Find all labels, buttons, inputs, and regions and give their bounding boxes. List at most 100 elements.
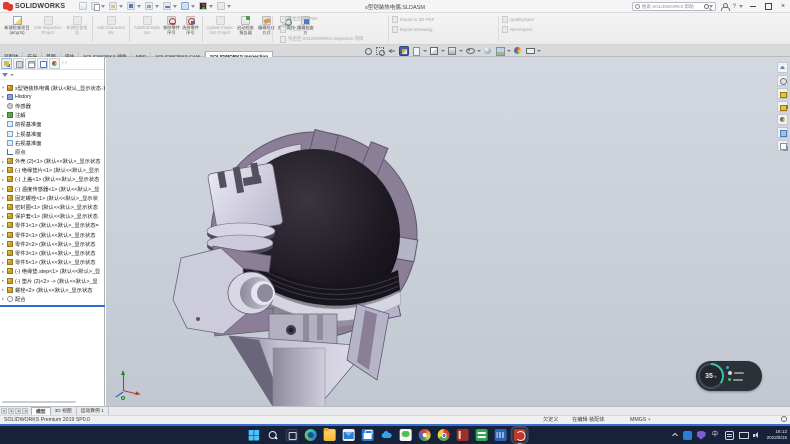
- export-inspection-project-button[interactable]: 导出至 SOLIDWORKS Inspection 项目: [280, 34, 363, 44]
- custom-properties-icon[interactable]: [777, 127, 788, 138]
- featuremanager-tab-icon[interactable]: [1, 58, 12, 69]
- export-2d-pdf-button[interactable]: 导出至 2D PDF: [280, 14, 363, 24]
- previous-view-icon[interactable]: [387, 46, 397, 56]
- dropdown-icon[interactable]: [477, 50, 481, 52]
- tree-item-component[interactable]: ▸(-) 绝缘垫片<1> (默认<<默认>_显示: [0, 166, 105, 175]
- model-3d-view[interactable]: [151, 118, 451, 406]
- tree-item-component[interactable]: ▸螺栓<2> (默认<<默认>_显示状态: [0, 285, 105, 294]
- start-icon[interactable]: [248, 429, 260, 441]
- export-edrawing-button[interactable]: Export eDrawing: [392, 24, 434, 34]
- hide-show-items-icon[interactable]: [465, 46, 475, 56]
- tree-item-component[interactable]: ▸零件5<1> (默认<<默认>_显示状态: [0, 258, 105, 267]
- dial-option-row[interactable]: [728, 378, 744, 381]
- speaker-icon[interactable]: [753, 431, 762, 440]
- apply-scene-icon[interactable]: [495, 46, 505, 56]
- save-icon[interactable]: [127, 2, 135, 10]
- onedrive-cloud-icon[interactable]: [381, 429, 393, 441]
- tree-item-component[interactable]: ▸保护套<1> (默认<<默认>_显示状态: [0, 212, 105, 221]
- tray-expand-icon[interactable]: [672, 432, 678, 438]
- net-inspect-button[interactable]: Net-Inspect: [502, 24, 534, 34]
- graphics-viewport[interactable]: 35%: [106, 57, 790, 406]
- tree-item-component[interactable]: ▸(-) 温度传感器<1> (默认<<默认>_显: [0, 184, 105, 193]
- store-icon[interactable]: [362, 429, 374, 441]
- panel-tab-arrows[interactable]: ‹ ›: [62, 60, 67, 66]
- view-orientation-icon[interactable]: [429, 46, 439, 56]
- open-dropdown-icon[interactable]: [119, 5, 123, 8]
- displaymanager-tab-icon[interactable]: [49, 58, 60, 69]
- zoom-to-fit-icon[interactable]: [363, 46, 373, 56]
- dropdown-icon[interactable]: [441, 50, 445, 52]
- new-document-icon[interactable]: [91, 2, 99, 10]
- chrome-icon[interactable]: [438, 429, 450, 441]
- edge-icon[interactable]: [305, 429, 317, 441]
- undo-icon[interactable]: [163, 2, 171, 10]
- messenger-icon[interactable]: [400, 429, 412, 441]
- add-edit-balloons-button[interactable]: Add/Edit Balloons: [132, 14, 162, 44]
- camera-icon[interactable]: [525, 46, 535, 56]
- rebuild-dropdown-icon[interactable]: [209, 5, 213, 8]
- dropdown-icon[interactable]: [423, 50, 427, 52]
- solidworks-icon[interactable]: [514, 429, 526, 441]
- reader-icon[interactable]: [457, 429, 469, 441]
- tree-item-component[interactable]: ▸外壳 (2)<1> (默认<<默认>_显示状态: [0, 157, 105, 166]
- tree-item-component[interactable]: ▸零件2<1> (默认<<默认>_显示状态: [0, 230, 105, 239]
- export-3d-pdf-button[interactable]: Export to 3D PDF: [392, 14, 434, 24]
- search-input[interactable]: 搜索 SOLIDWORKS 帮助: [632, 2, 716, 11]
- filter-dropdown-icon[interactable]: [10, 74, 14, 76]
- task-view-icon[interactable]: [286, 429, 298, 441]
- tree-item-component[interactable]: ▸(-) 绝缘垫.step<1> (默认<<默认>_显: [0, 267, 105, 276]
- tray-clock[interactable]: 16:12 2022/8/15: [767, 429, 787, 441]
- annotation-view-icon[interactable]: [411, 46, 421, 56]
- tree-root-assembly[interactable]: ▾s型铠装热电偶 (默认<默认_显示状态-1>): [0, 83, 105, 92]
- print-dropdown-icon[interactable]: [155, 5, 159, 8]
- tree-item-component[interactable]: ▸密封圈<1> (默认<<默认>_显示状态: [0, 202, 105, 211]
- open-icon[interactable]: [109, 2, 117, 10]
- copy-settings-icon[interactable]: [777, 140, 788, 151]
- tray-security-shield-icon[interactable]: [697, 431, 706, 440]
- filter-funnel-icon[interactable]: [2, 73, 8, 77]
- minimize-button[interactable]: [748, 0, 758, 13]
- tray-onedrive-icon[interactable]: [683, 431, 692, 440]
- tree-item-annotations[interactable]: ▸注解: [0, 111, 105, 120]
- touch-keyboard-icon[interactable]: [725, 431, 734, 440]
- tree-item-history[interactable]: ▸History: [0, 92, 105, 101]
- ime-language-indicator[interactable]: 中: [711, 431, 720, 440]
- print-icon[interactable]: [145, 2, 153, 10]
- tab-scroll-right-icon[interactable]: [15, 408, 21, 414]
- tree-item-component[interactable]: ▸(-) 垫片 (2)<2> -> (默认<<默认>_显: [0, 276, 105, 285]
- tree-item-component[interactable]: ▸固定螺栓<1> (默认<<默认>_显示状: [0, 193, 105, 202]
- tab-scroll-left-icon[interactable]: [8, 408, 14, 414]
- dropdown-icon[interactable]: [507, 50, 511, 52]
- new-inspection-project-button[interactable]: 新建检查项目 (amp;N): [2, 14, 32, 44]
- select-dropdown-icon[interactable]: [191, 5, 195, 8]
- propertymanager-tab-icon[interactable]: [13, 58, 24, 69]
- remove-balloons-button[interactable]: 移除零件序号: [162, 14, 181, 44]
- edit-appearance-icon[interactable]: [483, 46, 493, 56]
- launch-report-manager-button[interactable]: 启动检查报告器: [235, 14, 256, 44]
- options-dropdown-icon[interactable]: [227, 5, 231, 8]
- select-cursor-icon[interactable]: [181, 2, 189, 10]
- file-explorer-icon[interactable]: [777, 101, 788, 112]
- globe-icon[interactable]: [781, 416, 787, 422]
- new-dropdown-icon[interactable]: [101, 5, 105, 8]
- tree-item-component[interactable]: ▸零件3<1> (默认<<默认>_显示状态: [0, 248, 105, 257]
- section-view-icon[interactable]: [399, 46, 409, 56]
- options-gear-icon[interactable]: [217, 2, 225, 10]
- side-port[interactable]: [173, 246, 275, 336]
- tree-item-right-plane[interactable]: 右视基准面: [0, 138, 105, 147]
- help-button[interactable]: ?: [733, 4, 736, 10]
- lower-cone[interactable]: [229, 336, 369, 406]
- zoom-dial-knob[interactable]: 35%: [698, 363, 724, 389]
- search-icon[interactable]: [267, 429, 279, 441]
- search-icon[interactable]: [704, 4, 709, 9]
- qualityxpert-button[interactable]: QualityXpert: [502, 14, 534, 24]
- tree-item-component[interactable]: ▸零件1<1> (默认<<默认>_显示状态=: [0, 221, 105, 230]
- home-icon[interactable]: [79, 2, 87, 10]
- new-inspection-report-button[interactable]: 新建检查报告: [64, 14, 90, 44]
- tree-item-top-plane[interactable]: 上视基准面: [0, 129, 105, 138]
- configurationmanager-tab-icon[interactable]: [25, 58, 36, 69]
- tree-item-origin[interactable]: 原点: [0, 147, 105, 156]
- dropdown-icon[interactable]: [537, 50, 541, 52]
- edit-inspection-method-button[interactable]: 编辑检查方式: [256, 14, 277, 44]
- zoom-to-area-icon[interactable]: [375, 46, 385, 56]
